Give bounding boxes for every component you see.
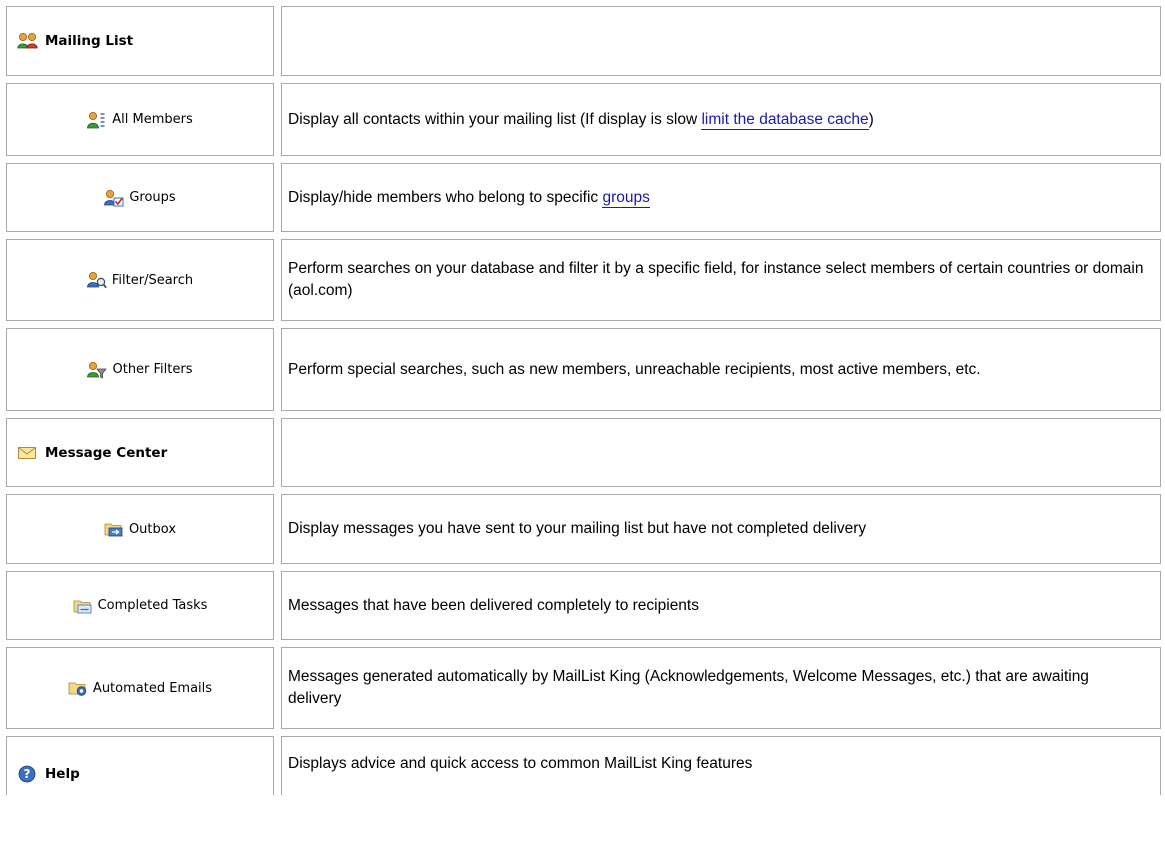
table-row: Outbox Display messages you have sent to… <box>6 494 1161 564</box>
section-mailing-list[interactable]: Mailing List <box>17 32 133 50</box>
table-row: All Members Display all contacts within … <box>6 83 1161 156</box>
description: Perform searches on your database and fi… <box>288 260 1144 299</box>
section-title: Help <box>45 766 80 782</box>
svg-text:?: ? <box>24 767 31 781</box>
nav-item-label: Other Filters <box>112 362 193 377</box>
groups-link[interactable]: groups <box>602 188 650 208</box>
limit-database-cache-link[interactable]: limit the database cache <box>701 110 869 130</box>
nav-item-label: Groups <box>129 190 176 205</box>
section-title: Message Center <box>45 444 168 461</box>
section-help[interactable]: ? Help <box>17 765 80 783</box>
section-cell: Mailing List <box>6 6 274 76</box>
empty-cell <box>281 6 1161 76</box>
groups-icon <box>104 189 124 207</box>
description: Messages generated automatically by Mail… <box>288 668 1089 707</box>
nav-item-outbox[interactable]: Outbox <box>7 520 273 538</box>
section-row-help: ? Help Displays advice and quick access … <box>6 736 1161 795</box>
completed-folder-icon <box>73 597 93 615</box>
section-row-message-center: Message Center <box>6 418 1161 487</box>
section-row-mailing-list: Mailing List <box>6 6 1161 76</box>
nav-item-all-members[interactable]: All Members <box>7 111 273 129</box>
search-user-icon <box>86 271 107 289</box>
help-icon: ? <box>17 765 37 783</box>
table-row: Completed Tasks Messages that have been … <box>6 571 1161 640</box>
nav-item-label: All Members <box>112 112 193 127</box>
outbox-folder-icon <box>104 520 124 538</box>
nav-item-label: Filter/Search <box>111 272 194 288</box>
nav-item-label: Completed Tasks <box>97 598 208 613</box>
nav-item-groups[interactable]: Groups <box>7 189 273 207</box>
description: Perform special searches, such as new me… <box>288 360 981 378</box>
users-icon <box>17 32 38 50</box>
nav-item-label: Outbox <box>128 521 177 537</box>
table-row: Other Filters Perform special searches, … <box>6 328 1161 411</box>
nav-item-automated-emails[interactable]: Automated Emails <box>7 679 273 697</box>
automated-folder-icon <box>68 679 88 697</box>
nav-item-other-filters[interactable]: Other Filters <box>7 361 273 379</box>
envelope-icon <box>17 444 37 462</box>
members-list-icon <box>87 111 107 129</box>
section-title: Mailing List <box>45 33 134 49</box>
section-message-center[interactable]: Message Center <box>17 444 167 462</box>
description: Messages that have been delivered comple… <box>288 596 699 614</box>
nav-item-label: Automated Emails <box>92 680 213 696</box>
description: Display all contacts within your mailing… <box>288 110 874 130</box>
table-row: Automated Emails Messages generated auto… <box>6 647 1161 729</box>
table-row: Filter/Search Perform searches on your d… <box>6 239 1161 321</box>
feature-table: Mailing List All Members Display all con… <box>6 6 1161 795</box>
filter-user-icon <box>87 361 108 379</box>
description: Display/hide members who belong to speci… <box>288 188 650 208</box>
description: Displays advice and quick access to comm… <box>288 755 753 772</box>
table-row: Groups Display/hide members who belong t… <box>6 163 1161 232</box>
empty-cell <box>281 418 1161 487</box>
nav-item-completed-tasks[interactable]: Completed Tasks <box>7 597 273 615</box>
description: Display messages you have sent to your m… <box>288 520 867 537</box>
nav-item-filter-search[interactable]: Filter/Search <box>7 271 273 289</box>
